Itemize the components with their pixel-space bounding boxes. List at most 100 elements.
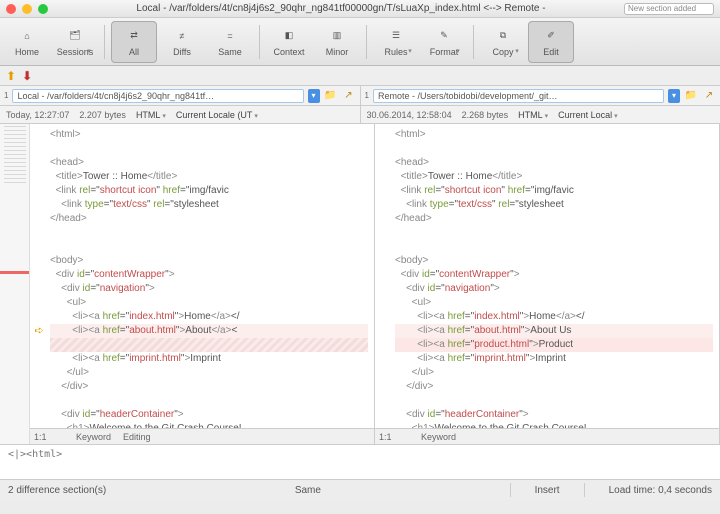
status-same: Same — [295, 485, 321, 496]
code-line[interactable]: <div id="navigation"> — [50, 282, 368, 296]
code-line[interactable]: <html> — [395, 128, 713, 142]
toolbar-format-button[interactable]: ✎Format — [421, 21, 467, 63]
close-icon[interactable] — [6, 4, 16, 14]
code-line[interactable]: <ul> — [50, 296, 368, 310]
toolbar-label: Rules — [384, 47, 407, 57]
code-line[interactable]: <li><a href="index.html">Home</a></ — [395, 310, 713, 324]
toolbar-same-button[interactable]: =Same — [207, 21, 253, 63]
code-left[interactable]: <html> <head> <title>Tower :: Home</titl… — [30, 124, 374, 428]
reveal-icon[interactable]: ↗ — [702, 89, 716, 103]
toolbar-edit-button[interactable]: ✐Edit — [528, 21, 574, 63]
open-folder-icon[interactable]: 📁 — [324, 89, 338, 103]
code-line[interactable]: <div id="headerContainer"> — [395, 408, 713, 422]
code-line[interactable]: <li><a href="imprint.html">Imprint — [50, 352, 368, 366]
toolbar-label: All — [129, 47, 139, 57]
remote-path-field[interactable]: Remote - /Users/tobidobi/development/_gi… — [373, 89, 664, 103]
home-icon: ⌂ — [18, 27, 36, 45]
diff-count: 2 difference section(s) — [8, 485, 106, 496]
code-line[interactable] — [50, 338, 368, 352]
filetype-select[interactable]: HTML — [518, 110, 548, 120]
merge-arrow-icon[interactable]: ➪ — [32, 324, 46, 338]
code-line[interactable]: <div id="contentWrapper"> — [50, 268, 368, 282]
code-line[interactable]: <link rel="shortcut icon" href="img/favi… — [395, 184, 713, 198]
open-folder-icon[interactable]: 📁 — [684, 89, 698, 103]
code-right[interactable]: <html> <head> <title>Tower :: Home</titl… — [375, 124, 719, 428]
code-line[interactable]: <html> — [50, 128, 368, 142]
toolbar-home-button[interactable]: ⌂ Home — [4, 21, 50, 63]
window-controls — [6, 4, 48, 14]
code-line[interactable] — [50, 394, 368, 408]
code-line[interactable] — [50, 142, 368, 156]
code-line[interactable] — [395, 226, 713, 240]
toolbar-sessions-button[interactable]: 🗂Sessions — [52, 21, 98, 63]
code-line[interactable]: <body> — [395, 254, 713, 268]
code-line[interactable]: <title>Tower :: Home</title> — [395, 170, 713, 184]
encoding-select[interactable]: Current Locale (UT — [176, 110, 258, 120]
code-line[interactable] — [395, 394, 713, 408]
code-line[interactable]: <li><a href="index.html">Home</a></ — [50, 310, 368, 324]
code-line[interactable]: <title>Tower :: Home</title> — [50, 170, 368, 184]
diffs-icon: ≠ — [173, 27, 191, 45]
diff-panes: <html> <head> <title>Tower :: Home</titl… — [0, 124, 720, 444]
status-mode: Editing — [123, 432, 151, 442]
path-dropdown-icon[interactable]: ▾ — [308, 89, 320, 103]
toolbar-copy-button[interactable]: ⧉Copy — [480, 21, 526, 63]
path-left: 1 Local - /var/folders/4t/cn8j4j6s2_90qh… — [0, 86, 361, 105]
code-line[interactable]: <div id="headerContainer"> — [50, 408, 368, 422]
toolbar-all-button[interactable]: ⇄All — [111, 21, 157, 63]
next-diff-icon[interactable]: ⬇ — [22, 69, 32, 83]
code-line[interactable]: <div id="contentWrapper"> — [395, 268, 713, 282]
overview-gutter[interactable] — [0, 124, 30, 444]
code-line[interactable]: <head> — [395, 156, 713, 170]
toolbar-label: Copy — [492, 47, 513, 57]
code-line[interactable] — [50, 240, 368, 254]
code-line[interactable]: </ul> — [50, 366, 368, 380]
code-line[interactable]: </head> — [50, 212, 368, 226]
zoom-icon[interactable] — [38, 4, 48, 14]
timestamp: Today, 12:27:07 — [6, 110, 69, 120]
toolbar-label: Home — [15, 47, 39, 57]
toolbar-minor-button[interactable]: ▥Minor — [314, 21, 360, 63]
code-line[interactable]: <li><a href="product.html">Product — [395, 338, 713, 352]
local-path-field[interactable]: Local - /var/folders/4t/cn8j4j6s2_90qhr_… — [12, 89, 303, 103]
titlebar: Local - /var/folders/4t/cn8j4j6s2_90qhr_… — [0, 0, 720, 18]
toolbar-rules-button[interactable]: ☰ Rules — [373, 21, 419, 63]
code-line[interactable]: <head> — [50, 156, 368, 170]
rules-icon: ☰ — [387, 27, 405, 45]
code-line[interactable]: </div> — [395, 380, 713, 394]
code-line[interactable]: <li><a href="about.html">About</a>< — [50, 324, 368, 338]
code-line[interactable]: <link type="text/css" rel="stylesheet — [50, 198, 368, 212]
code-line[interactable]: </head> — [395, 212, 713, 226]
page-number: 1 — [4, 91, 8, 100]
code-line[interactable]: <div id="navigation"> — [395, 282, 713, 296]
code-line[interactable]: <h1>Welcome to the Git Crash Course! — [50, 422, 368, 428]
code-line[interactable] — [50, 226, 368, 240]
search-input[interactable]: New section added — [624, 3, 714, 15]
toolbar-diffs-button[interactable]: ≠Diffs — [159, 21, 205, 63]
encoding-select[interactable]: Current Local — [558, 110, 618, 120]
diff-nav-bar: ⬆ ⬇ — [0, 66, 720, 86]
same-icon: = — [221, 27, 239, 45]
code-line[interactable]: <h1>Welcome to the Git Crash Course! — [395, 422, 713, 428]
prev-diff-icon[interactable]: ⬆ — [6, 69, 16, 83]
filetype-select[interactable]: HTML — [136, 110, 166, 120]
code-line[interactable]: <li><a href="imprint.html">Imprint — [395, 352, 713, 366]
code-line[interactable]: <li><a href="about.html">About Us — [395, 324, 713, 338]
file-info-bar: Today, 12:27:07 2.207 bytes HTML Current… — [0, 106, 720, 124]
path-dropdown-icon[interactable]: ▾ — [668, 89, 680, 103]
code-line[interactable]: </ul> — [395, 366, 713, 380]
reveal-icon[interactable]: ↗ — [342, 89, 356, 103]
status-keyword: Keyword — [76, 432, 111, 442]
toolbar-context-button[interactable]: ◧Context — [266, 21, 312, 63]
code-line[interactable]: <ul> — [395, 296, 713, 310]
code-line[interactable]: <body> — [50, 254, 368, 268]
code-line[interactable] — [395, 142, 713, 156]
code-line[interactable]: <link rel="shortcut icon" href="img/favi… — [50, 184, 368, 198]
code-line[interactable] — [395, 240, 713, 254]
minimize-icon[interactable] — [22, 4, 32, 14]
sessions-icon: 🗂 — [66, 27, 84, 45]
code-line[interactable]: <link type="text/css" rel="stylesheet — [395, 198, 713, 212]
toolbar-label: Context — [273, 47, 304, 57]
timestamp: 30.06.2014, 12:58:04 — [367, 110, 452, 120]
code-line[interactable]: </div> — [50, 380, 368, 394]
